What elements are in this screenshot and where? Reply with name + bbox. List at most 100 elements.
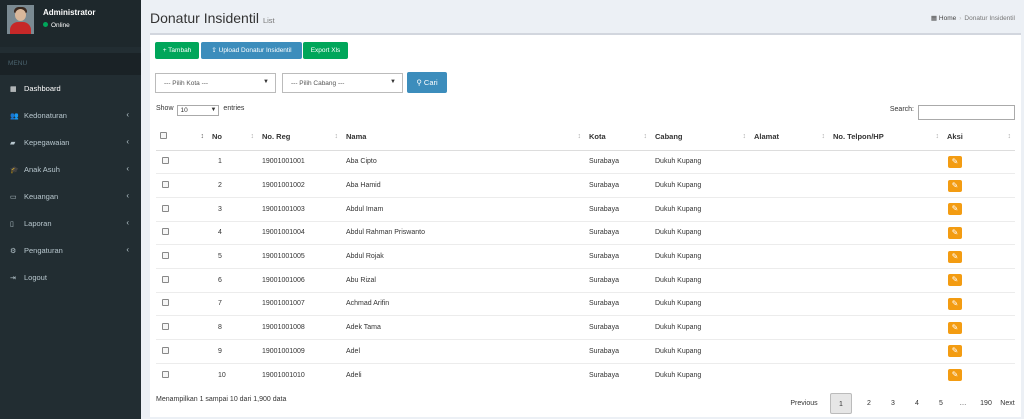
cell-telp <box>829 339 943 364</box>
cell-cabang: Dukuh Kupang <box>651 291 750 316</box>
cell-telp <box>829 220 943 245</box>
edit-button[interactable]: ✎ <box>948 155 962 168</box>
cell-telp <box>829 173 943 198</box>
edit-button[interactable]: ✎ <box>948 274 962 287</box>
row-checkbox[interactable] <box>162 323 169 331</box>
cell-cabang: Dukuh Kupang <box>651 173 750 198</box>
col-alamat[interactable]: Alamat ↕ <box>750 124 829 151</box>
sidebar-item-dashboard[interactable]: ▦ Dashboard <box>0 75 141 102</box>
chevron-left-icon: ‹ <box>126 110 129 119</box>
col-cabang[interactable]: Cabang ↕ <box>651 124 750 151</box>
briefcase-icon: ▰ <box>10 140 16 147</box>
page-button[interactable]: 3 <box>882 393 904 414</box>
cell-no: 9 <box>208 339 258 364</box>
edit-icon: ✎ <box>951 251 959 261</box>
cell-telp <box>829 149 943 174</box>
cell-telp <box>829 267 943 293</box>
page-button[interactable]: 2 <box>858 393 880 414</box>
table-row: 3 19001001003 Abdul Imam Surabaya Dukuh Kupa… <box>156 196 1015 222</box>
edit-button[interactable]: ✎ <box>948 297 962 310</box>
page-button[interactable]: 5 <box>930 393 952 414</box>
cell-kota: Surabaya <box>585 362 651 387</box>
cell-no: 8 <box>208 315 258 340</box>
row-checkbox[interactable] <box>162 181 169 189</box>
kota-select[interactable]: --- Pilih Kota --- ▼ <box>155 73 276 93</box>
col-no[interactable]: No ↕ <box>208 124 258 151</box>
sidebar-item-label: Kedonaturan <box>24 111 67 120</box>
edit-button[interactable]: ✎ <box>948 226 962 239</box>
select-all-checkbox[interactable] <box>160 132 167 140</box>
online-dot-icon <box>43 22 48 27</box>
row-checkbox[interactable] <box>162 299 169 307</box>
cell-nama: Achmad Arifin <box>342 291 585 316</box>
cari-button[interactable]: ⚲ Cari <box>407 72 447 93</box>
breadcrumb-current: Donatur Insidentil <box>964 15 1015 22</box>
col-no-reg[interactable]: No. Reg ↕ <box>258 124 342 151</box>
page-button[interactable]: 190 <box>975 393 997 414</box>
sidebar-item-pengaturan[interactable]: ⚙ Pengaturan ‹ <box>0 237 141 264</box>
caret-down-icon: ▼ <box>390 79 396 85</box>
export-xls-button[interactable]: Export Xls <box>303 42 348 59</box>
sidebar-item-logout[interactable]: ⇥ Logout <box>0 264 141 291</box>
col-telp[interactable]: No. Telpon/HP ↕ <box>829 124 943 151</box>
col-aksi[interactable]: Aksi ↕ <box>943 124 1015 151</box>
edit-button[interactable]: ✎ <box>948 250 962 263</box>
row-checkbox[interactable] <box>162 346 169 354</box>
row-checkbox[interactable] <box>162 228 169 236</box>
cell-telp <box>829 244 943 269</box>
cell-kota: Surabaya <box>585 267 651 293</box>
next-page-button[interactable]: Next <box>998 393 1017 414</box>
row-checkbox[interactable] <box>162 157 169 165</box>
row-checkbox[interactable] <box>162 252 169 260</box>
sort-header[interactable]: ↕ <box>186 124 208 151</box>
tambah-button[interactable]: + Tambah <box>155 42 199 59</box>
cell-kota: Surabaya <box>585 244 651 269</box>
cell-cabang: Dukuh Kupang <box>651 196 750 222</box>
edit-icon: ✎ <box>951 322 959 332</box>
sidebar-item-keuangan[interactable]: ▭ Keuangan ‹ <box>0 183 141 210</box>
cell-kota: Surabaya <box>585 315 651 340</box>
edit-icon: ✎ <box>951 204 959 214</box>
file-icon: ▯ <box>10 221 14 228</box>
col-nama[interactable]: Nama ↕ <box>342 124 585 151</box>
cog-icon: ⚙ <box>10 248 17 255</box>
edit-button[interactable]: ✎ <box>948 369 962 382</box>
sidebar-item-laporan[interactable]: ▯ Laporan ‹ <box>0 210 141 237</box>
cell-cabang: Dukuh Kupang <box>651 149 750 174</box>
cell-nama: Adeli <box>342 362 585 387</box>
col-kota[interactable]: Kota ↕ <box>585 124 651 151</box>
cell-alamat <box>750 173 829 198</box>
sidebar-item-kedonaturan[interactable]: 👥 Kedonaturan ‹ <box>0 102 141 129</box>
breadcrumb-home[interactable]: Home <box>939 15 956 22</box>
row-checkbox[interactable] <box>162 275 169 283</box>
edit-button[interactable]: ✎ <box>948 345 962 358</box>
edit-button[interactable]: ✎ <box>948 203 962 216</box>
cell-kota: Surabaya <box>585 291 651 316</box>
sidebar-item-kepegawaian[interactable]: ▰ Kepegawaian ‹ <box>0 129 141 156</box>
edit-icon: ✎ <box>951 227 959 237</box>
edit-button[interactable]: ✎ <box>948 321 962 334</box>
page-button[interactable]: 4 <box>906 393 928 414</box>
length-control: Show 10 ▼ entries <box>156 105 245 116</box>
entries-select[interactable]: 10 ▼ <box>177 105 220 116</box>
cell-no: 2 <box>208 173 258 198</box>
cabang-select[interactable]: --- Pilih Cabang --- ▼ <box>282 73 403 93</box>
cell-nama: Abdul Rahman Priswanto <box>342 220 585 245</box>
cell-reg: 19001001008 <box>258 315 342 340</box>
upload-donatur-button[interactable]: ⇪ Upload Donatur Insidentil <box>201 42 302 59</box>
previous-page-button[interactable]: Previous <box>787 393 821 414</box>
edit-button[interactable]: ✎ <box>948 179 962 192</box>
pagination-ellipsis: … <box>959 400 967 407</box>
cell-no: 3 <box>208 196 258 222</box>
table-row: 6 19001001006 Abu Rizal Surabaya Dukuh Kupan… <box>156 267 1015 293</box>
sidebar-item-anak-asuh[interactable]: 🎓 Anak Asuh ‹ <box>0 156 141 183</box>
breadcrumb: ▦ Home › Donatur Insidentil <box>930 15 1015 22</box>
sidebar-item-label: Kepegawaian <box>24 138 70 147</box>
search-input[interactable] <box>918 105 1015 120</box>
sidebar: Administrator Online MENU ▦ Dashboard 👥 Ked… <box>0 0 141 419</box>
row-checkbox[interactable] <box>162 370 169 378</box>
page-button[interactable]: 1 <box>830 393 852 414</box>
edit-icon: ✎ <box>951 275 959 285</box>
sidebar-item-label: Pengaturan <box>24 246 63 255</box>
row-checkbox[interactable] <box>162 204 169 212</box>
